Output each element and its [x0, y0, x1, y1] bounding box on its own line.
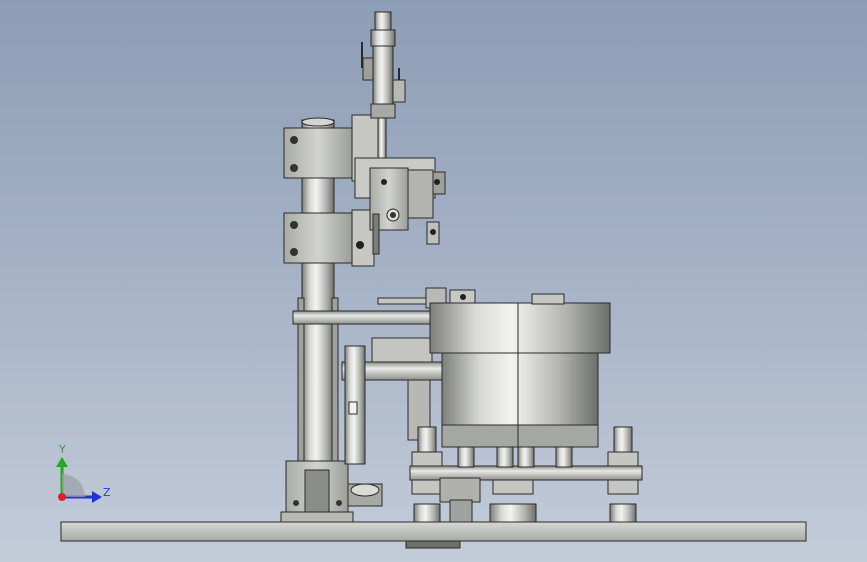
- lower-clamp[interactable]: [283, 209, 375, 267]
- leveling-foot-center[interactable]: [489, 479, 537, 523]
- coordinate-triad: [56, 457, 102, 503]
- support-plate[interactable]: [409, 446, 643, 481]
- y-axis-arrowhead: [56, 457, 68, 467]
- y-axis-label: Y: [59, 443, 66, 456]
- triad-plane: [62, 474, 85, 497]
- bowl-feeder[interactable]: [429, 293, 611, 448]
- column-base-block[interactable]: [280, 460, 354, 523]
- z-axis-arrowhead: [92, 491, 102, 503]
- x-axis-origin-dot: [58, 493, 66, 501]
- lower-bracket[interactable]: [439, 477, 481, 523]
- cad-viewport[interactable]: [0, 0, 867, 562]
- base-plate[interactable]: [60, 521, 807, 549]
- z-axis-label: Z: [103, 486, 111, 499]
